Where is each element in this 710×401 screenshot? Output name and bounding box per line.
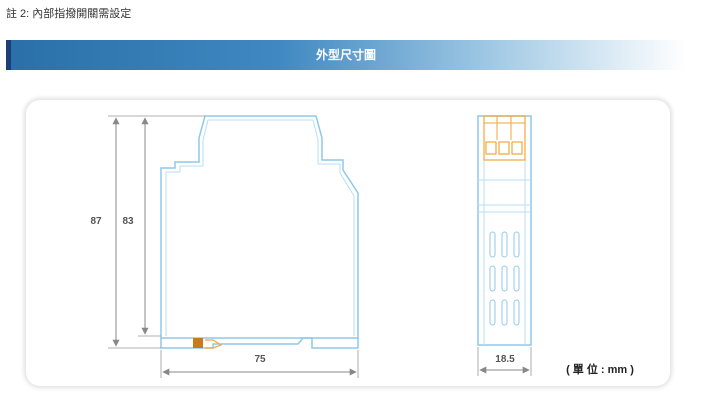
side-view-base <box>160 337 359 349</box>
height-83-label: 83 <box>122 216 134 227</box>
side-view-inner-outline <box>165 119 355 336</box>
terminal-screw-3 <box>511 141 523 155</box>
dimension-drawing: 87 83 75 18.5 ( 單 位 : mm ) <box>84 115 634 378</box>
terminal-screw-1 <box>485 141 497 155</box>
side-view-outline <box>160 115 359 339</box>
unit-label: ( 單 位 : mm ) <box>566 362 634 376</box>
din-clip-icon <box>193 338 203 348</box>
width-75-label: 75 <box>254 354 266 365</box>
width-18-5-label: 18.5 <box>495 354 515 365</box>
height-87-label: 87 <box>90 216 102 227</box>
terminal-block <box>483 115 526 161</box>
terminal-screw-2 <box>498 141 510 155</box>
vent-slots <box>489 231 520 326</box>
